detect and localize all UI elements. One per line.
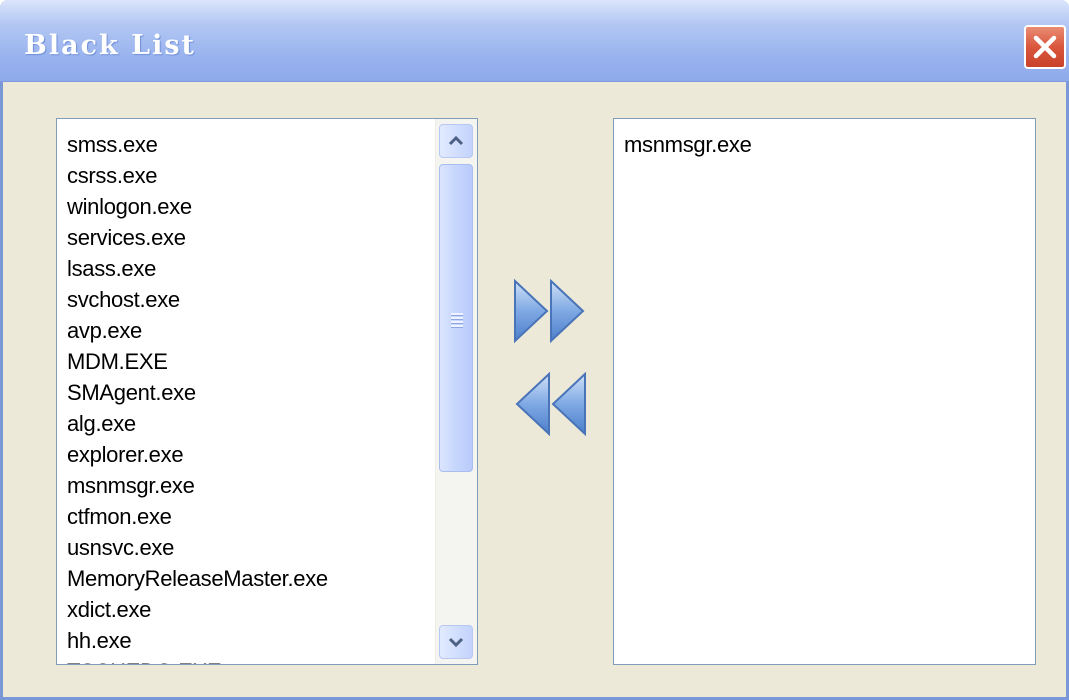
title-bar[interactable]: Black List <box>0 0 1069 82</box>
list-item[interactable]: lsass.exe <box>67 253 433 284</box>
double-left-arrow-icon <box>515 371 586 437</box>
blacklist-list[interactable]: msnmsgr.exe <box>613 118 1036 665</box>
process-list[interactable]: smss.exe csrss.exe winlogon.exe services… <box>56 118 478 665</box>
list-item[interactable]: MemoryReleaseMaster.exe <box>67 563 433 594</box>
process-list-items: smss.exe csrss.exe winlogon.exe services… <box>67 129 433 664</box>
scroll-down-button[interactable] <box>439 625 473 659</box>
list-item[interactable]: MDM.EXE <box>67 346 433 377</box>
list-item[interactable]: usnsvc.exe <box>67 532 433 563</box>
window-title: Black List <box>24 30 197 61</box>
list-item[interactable]: msnmsgr.exe <box>67 470 433 501</box>
double-right-arrow-icon <box>514 278 585 344</box>
list-item[interactable]: xdict.exe <box>67 594 433 625</box>
list-item[interactable]: avp.exe <box>67 315 433 346</box>
list-item[interactable]: hh.exe <box>67 625 433 656</box>
close-button[interactable] <box>1024 25 1066 69</box>
chevron-down-icon <box>448 637 464 648</box>
blacklist-items: msnmsgr.exe <box>624 129 1025 160</box>
close-icon <box>1033 35 1057 59</box>
list-item[interactable]: explorer.exe <box>67 439 433 470</box>
list-item[interactable]: SMAgent.exe <box>67 377 433 408</box>
list-item[interactable]: winlogon.exe <box>67 191 433 222</box>
list-item[interactable]: ctfmon.exe <box>67 501 433 532</box>
add-to-blacklist-button[interactable] <box>511 277 589 345</box>
scroll-up-button[interactable] <box>439 124 473 158</box>
chevron-up-icon <box>448 135 464 146</box>
list-item[interactable]: svchost.exe <box>67 284 433 315</box>
list-item[interactable]: alg.exe <box>67 408 433 439</box>
scrollbar-thumb[interactable] <box>439 164 473 472</box>
list-item[interactable]: csrss.exe <box>67 160 433 191</box>
list-item[interactable]: msnmsgr.exe <box>624 129 1025 160</box>
grip-icon <box>451 313 463 328</box>
black-list-dialog: Black List smss.exe csrss.exe winlogon.e… <box>0 0 1069 700</box>
list-item[interactable]: services.exe <box>67 222 433 253</box>
list-item[interactable]: smss.exe <box>67 129 433 160</box>
list-item[interactable]: TSCHEDG.EXE <box>67 656 433 664</box>
remove-from-blacklist-button[interactable] <box>511 370 589 438</box>
vertical-scrollbar[interactable] <box>435 119 477 664</box>
